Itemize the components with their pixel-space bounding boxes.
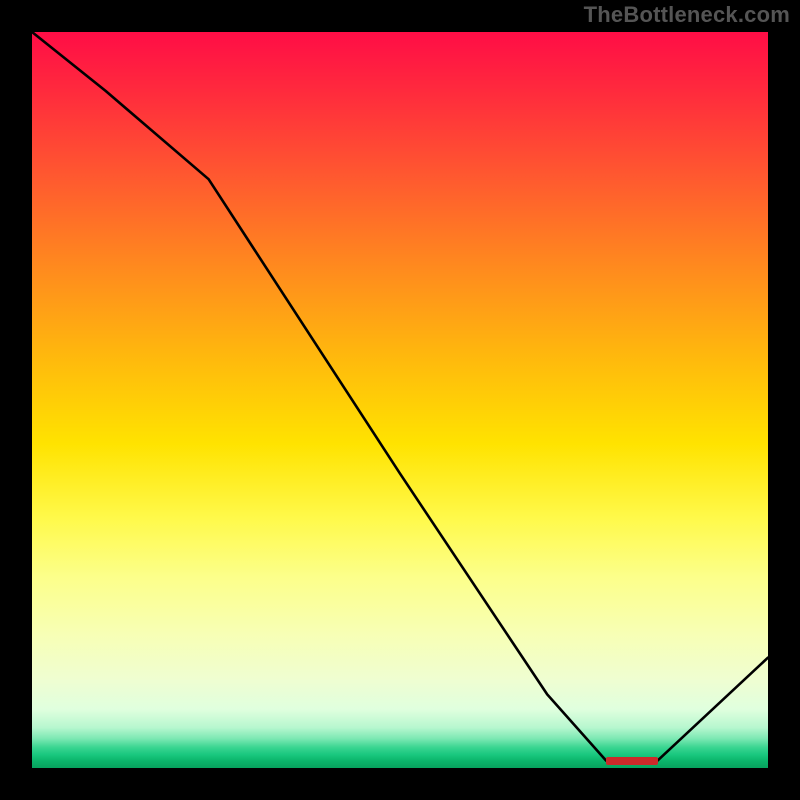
- chart-container: TheBottleneck.com: [0, 0, 800, 800]
- curve-path: [32, 32, 768, 761]
- optimum-band-marker: [606, 757, 658, 765]
- plot-area: [32, 32, 768, 768]
- watermark-label: TheBottleneck.com: [584, 2, 790, 28]
- bottleneck-curve: [32, 32, 768, 768]
